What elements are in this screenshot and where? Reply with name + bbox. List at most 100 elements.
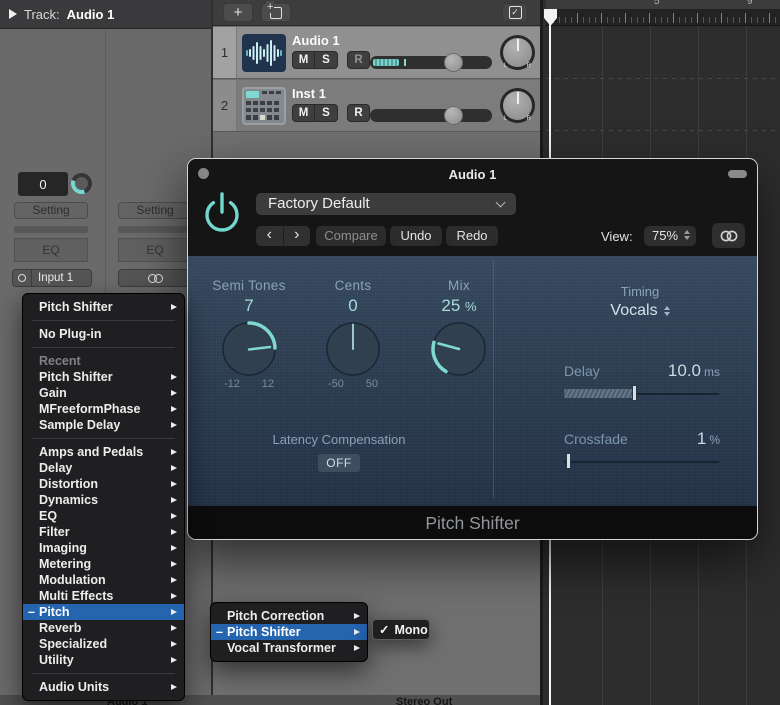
menu-item-filter[interactable]: Filter	[23, 524, 184, 540]
menu-item-reverb[interactable]: Reverb	[23, 620, 184, 636]
menu-item-recent-mfreeformphase[interactable]: MFreeformPhase	[23, 401, 184, 417]
cents-value: 0	[298, 296, 408, 316]
undo-button[interactable]: Undo	[390, 226, 442, 246]
track-row-audio1[interactable]: 1 Audio 1 M S	[213, 27, 540, 79]
submenu-arrow-icon	[171, 684, 177, 690]
menu-item-no-plugin[interactable]: No Plug-in	[23, 326, 184, 342]
semitones-label: Semi Tones	[194, 278, 304, 293]
track-name-label: Audio 1	[292, 33, 340, 48]
menu-item-recent-pitch-shifter[interactable]: Pitch Shifter	[23, 369, 184, 385]
menu-item-audio-units[interactable]: Audio Units	[23, 679, 184, 695]
volume-slider-thumb[interactable]	[444, 53, 463, 72]
crossfade-slider[interactable]	[564, 457, 719, 466]
volume-slider-thumb[interactable]	[444, 106, 463, 125]
input-circle-icon	[18, 274, 26, 282]
plugin-power-button[interactable]	[202, 189, 242, 233]
semitones-knob[interactable]	[221, 321, 277, 377]
cents-control: Cents 0 -50 50	[298, 278, 408, 390]
next-preset-button[interactable]: ›	[284, 226, 311, 246]
view-zoom-stepper[interactable]: 75%	[644, 226, 696, 246]
submenu-item-pitch-correction[interactable]: Pitch Correction	[211, 608, 367, 624]
delay-slider[interactable]	[564, 389, 719, 398]
channel-setting-button[interactable]: Setting	[14, 202, 88, 219]
cents-knob[interactable]	[325, 321, 381, 377]
timing-dropdown[interactable]: Vocals	[610, 302, 669, 320]
slider-track	[564, 461, 719, 463]
channel-eq-slot[interactable]: EQ	[14, 238, 88, 262]
timing-control: Timing Vocals	[570, 284, 710, 320]
record-enable-button[interactable]: R	[347, 51, 370, 69]
previous-preset-button[interactable]: ‹	[256, 226, 284, 246]
track-row-inst1[interactable]: 2 Inst 1	[213, 80, 540, 132]
solo-button[interactable]: S	[315, 51, 338, 69]
menu-item-imaging[interactable]: Imaging	[23, 540, 184, 556]
menu-item-recent-gain[interactable]: Gain	[23, 385, 184, 401]
menu-item-eq[interactable]: EQ	[23, 508, 184, 524]
menu-item-distortion[interactable]: Distortion	[23, 476, 184, 492]
menu-item-recent-sample-delay[interactable]: Sample Delay	[23, 417, 184, 433]
input-slot-button[interactable]: Input 1	[12, 269, 92, 287]
menu-item-dynamics[interactable]: Dynamics	[23, 492, 184, 508]
stepper-arrows-icon	[684, 230, 690, 240]
compare-button[interactable]: Compare	[316, 226, 386, 246]
duplicate-track-button[interactable]	[261, 3, 291, 22]
menu-item-mono[interactable]: Mono	[394, 623, 427, 637]
timeline-ruler[interactable]	[546, 9, 780, 26]
audio-waveform-icon	[242, 34, 286, 72]
link-button[interactable]	[712, 223, 745, 248]
submenu-arrow-icon	[171, 422, 177, 428]
disclosure-triangle-icon[interactable]	[9, 9, 17, 19]
output-eq-slot[interactable]: EQ	[118, 238, 192, 262]
plugin-name-bar: Pitch Shifter	[188, 506, 757, 540]
submenu-item-vocal-transformer[interactable]: Vocal Transformer	[211, 640, 367, 656]
volume-slider[interactable]	[370, 56, 492, 69]
mix-knob[interactable]	[431, 321, 487, 377]
crossfade-slider-thumb[interactable]	[566, 453, 571, 469]
menu-item-pitch[interactable]: –Pitch	[23, 604, 184, 620]
pan-left-label: L	[504, 116, 507, 122]
menu-item-amps-and-pedals[interactable]: Amps and Pedals	[23, 444, 184, 460]
delay-label: Delay	[564, 363, 600, 379]
add-track-button[interactable]: +	[223, 3, 253, 22]
menu-item-pitch-shifter-current[interactable]: Pitch Shifter	[23, 299, 184, 315]
gain-value-field[interactable]: 0	[18, 172, 68, 196]
format-menu: ✓ Mono	[372, 619, 430, 640]
menu-item-utility[interactable]: Utility	[23, 652, 184, 668]
submenu-arrow-icon	[171, 561, 177, 567]
latency-toggle[interactable]: OFF	[318, 454, 360, 472]
redo-button[interactable]: Redo	[446, 226, 498, 246]
track-toolbar: + ✓	[213, 0, 540, 26]
chevron-down-icon	[496, 198, 506, 208]
window-resize-handle[interactable]	[728, 170, 747, 178]
menu-item-specialized[interactable]: Specialized	[23, 636, 184, 652]
pan-left-label: L	[504, 63, 507, 69]
pan-knob[interactable]: L R	[500, 88, 535, 123]
mute-button[interactable]: M	[292, 51, 315, 69]
menu-item-delay[interactable]: Delay	[23, 460, 184, 476]
track-inspector-header[interactable]: Track: Audio 1	[0, 0, 212, 29]
submenu-arrow-icon	[171, 529, 177, 535]
menu-item-modulation[interactable]: Modulation	[23, 572, 184, 588]
window-close-button[interactable]	[198, 168, 209, 179]
knob-max-label: 12	[262, 378, 274, 390]
track-number[interactable]: 2	[213, 80, 237, 131]
track-options-button[interactable]: ✓	[502, 3, 528, 22]
menu-item-multi-effects[interactable]: Multi Effects	[23, 588, 184, 604]
preset-nav-group: ‹ ›	[256, 226, 310, 246]
checkmark-icon: ✓	[379, 622, 389, 637]
pan-knob[interactable]: L R	[500, 35, 535, 70]
crossfade-label: Crossfade	[564, 431, 628, 447]
volume-slider[interactable]	[370, 109, 492, 122]
plugin-header[interactable]: Audio 1 Factory Default ‹ › Compare Undo…	[188, 159, 757, 256]
stereo-format-button[interactable]	[118, 269, 192, 287]
output-setting-button[interactable]: Setting	[118, 202, 192, 219]
preset-dropdown[interactable]: Factory Default	[256, 193, 516, 215]
submenu-item-pitch-shifter[interactable]: –Pitch Shifter	[211, 624, 367, 640]
delay-slider-thumb[interactable]	[632, 385, 637, 401]
record-enable-button[interactable]: R	[347, 104, 370, 122]
menu-item-metering[interactable]: Metering	[23, 556, 184, 572]
mute-button[interactable]: M	[292, 104, 315, 122]
track-number[interactable]: 1	[213, 27, 237, 78]
gain-knob[interactable]	[71, 173, 92, 194]
solo-button[interactable]: S	[315, 104, 338, 122]
